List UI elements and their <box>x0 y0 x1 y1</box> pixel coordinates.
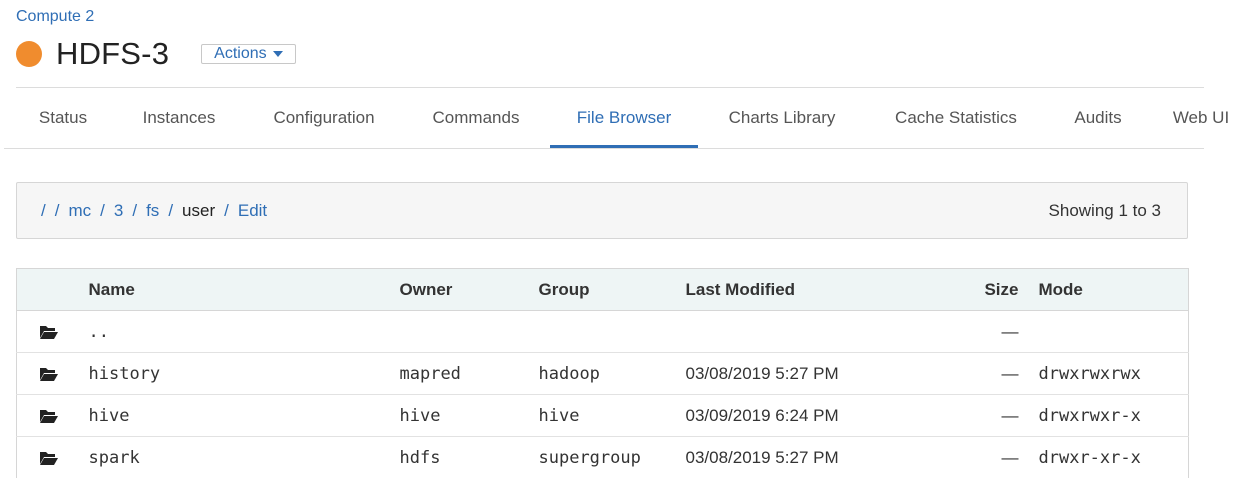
breadcrumb-separator: / <box>168 201 174 220</box>
file-last-modified: 03/09/2019 6:24 PM <box>685 394 906 437</box>
breadcrumb-separator: / <box>132 201 138 220</box>
file-owner: hive <box>399 394 539 437</box>
file-mode: drwxrwxrwx <box>1038 352 1189 395</box>
file-size: — <box>905 310 1039 353</box>
file-owner: mapred <box>399 352 539 395</box>
hdfs-file-browser-page: Compute 2 HDFS-3 Actions Status Instance… <box>0 0 1244 478</box>
tabs-divider <box>4 148 1204 149</box>
breadcrumb-separator: / <box>224 201 229 220</box>
status-indicator-icon <box>16 41 42 67</box>
breadcrumb-segment-fs[interactable]: fs <box>146 201 159 221</box>
table-row[interactable]: .. — <box>16 310 1189 353</box>
tab-instances[interactable]: Instances <box>126 88 232 145</box>
showing-count: Showing 1 to 3 <box>1048 201 1161 220</box>
file-size: — <box>905 394 1039 437</box>
folder-open-icon <box>40 326 58 340</box>
actions-label: Actions <box>214 45 267 62</box>
file-name-link[interactable]: history <box>88 352 400 395</box>
folder-open-icon <box>40 410 58 424</box>
file-table: Name Owner Group Last Modified Size Mode… <box>16 268 1189 478</box>
service-tabs: Status Instances Configuration Commands … <box>0 88 1244 149</box>
folder-cell <box>16 310 89 353</box>
table-row[interactable]: history mapred hadoop 03/08/2019 5:27 PM… <box>16 352 1189 395</box>
tab-charts-library[interactable]: Charts Library <box>712 88 852 145</box>
folder-cell <box>16 394 89 437</box>
tab-commands[interactable]: Commands <box>416 88 536 145</box>
column-header-mode[interactable]: Mode <box>1038 268 1189 311</box>
file-last-modified: 03/08/2019 5:27 PM <box>685 352 906 395</box>
breadcrumb-segment-mc[interactable]: mc <box>68 201 91 221</box>
folder-open-icon <box>40 368 58 382</box>
column-header-group[interactable]: Group <box>538 268 686 311</box>
column-header-icon <box>16 268 89 311</box>
service-header: HDFS-3 Actions <box>16 36 296 72</box>
tab-cache-statistics[interactable]: Cache Statistics <box>874 88 1038 145</box>
breadcrumb: / / mc / 3 / fs / user / Edit <box>41 201 267 221</box>
table-row[interactable]: spark hdfs supergroup 03/08/2019 5:27 PM… <box>16 436 1189 478</box>
tab-configuration[interactable]: Configuration <box>254 88 394 145</box>
file-last-modified: 03/08/2019 5:27 PM <box>685 436 906 478</box>
file-group: hadoop <box>538 352 686 395</box>
folder-cell <box>16 436 89 478</box>
file-last-modified <box>685 310 906 353</box>
file-mode <box>1038 310 1189 353</box>
file-owner: hdfs <box>399 436 539 478</box>
actions-dropdown-button[interactable]: Actions <box>201 44 296 64</box>
breadcrumb-separator: / <box>54 201 60 220</box>
file-name-link[interactable]: spark <box>88 436 400 478</box>
path-breadcrumb-bar: / / mc / 3 / fs / user / Edit Showing 1 … <box>16 182 1188 239</box>
tab-file-browser[interactable]: File Browser <box>550 88 698 149</box>
table-header-row: Name Owner Group Last Modified Size Mode <box>16 268 1189 311</box>
file-mode: drwxr-xr-x <box>1038 436 1189 478</box>
parent-cluster-link[interactable]: Compute 2 <box>16 8 94 26</box>
breadcrumb-root-link[interactable]: / <box>41 201 46 221</box>
file-group <box>538 310 686 353</box>
column-header-last-modified[interactable]: Last Modified <box>685 268 906 311</box>
file-size: — <box>905 352 1039 395</box>
breadcrumb-current-user: user <box>182 201 216 220</box>
file-owner <box>399 310 539 353</box>
file-group: supergroup <box>538 436 686 478</box>
file-size: — <box>905 436 1039 478</box>
edit-path-link[interactable]: Edit <box>238 201 267 221</box>
column-header-size[interactable]: Size <box>905 268 1039 311</box>
file-name-link[interactable]: hive <box>88 394 400 437</box>
column-header-name[interactable]: Name <box>88 268 400 311</box>
table-row[interactable]: hive hive hive 03/09/2019 6:24 PM — drwx… <box>16 394 1189 437</box>
breadcrumb-separator: / <box>100 201 105 220</box>
file-mode: drwxrwxr-x <box>1038 394 1189 437</box>
tab-audits[interactable]: Audits <box>1058 88 1138 145</box>
file-group: hive <box>538 394 686 437</box>
file-name-link[interactable]: .. <box>88 310 400 353</box>
folder-cell <box>16 352 89 395</box>
tab-status[interactable]: Status <box>16 88 110 145</box>
folder-open-icon <box>40 452 58 466</box>
column-header-owner[interactable]: Owner <box>399 268 539 311</box>
tab-web-ui[interactable]: Web UI <box>1158 88 1244 145</box>
caret-down-icon <box>272 51 283 57</box>
breadcrumb-segment-3[interactable]: 3 <box>114 201 123 221</box>
service-title: HDFS-3 <box>56 36 170 71</box>
